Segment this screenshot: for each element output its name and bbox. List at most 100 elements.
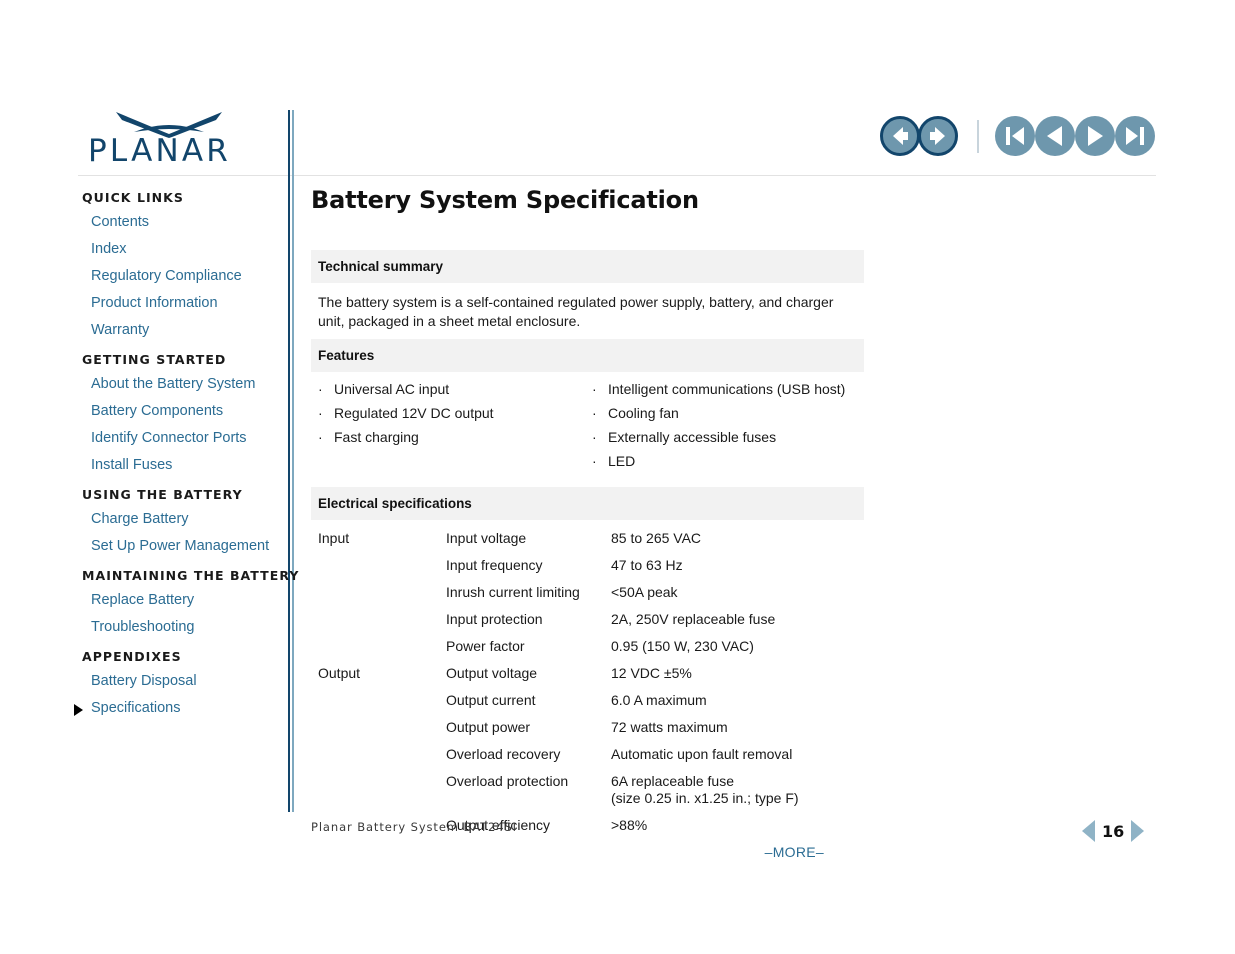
arrow-left-icon: [893, 127, 908, 145]
spec-label: Input voltage: [446, 530, 527, 546]
spec-group: [318, 773, 446, 807]
feature-label: Fast charging: [334, 429, 419, 445]
sidebar-navigation: QUICK LINKS Contents Index Regulatory Co…: [74, 190, 298, 730]
table-row: Output power 72 watts maximum: [318, 719, 857, 736]
spec-group: [318, 611, 446, 628]
sidebar-item-index[interactable]: Index: [82, 241, 282, 257]
spec-value: 72 watts maximum: [611, 719, 728, 735]
nav-group-title: GETTING STARTED: [82, 352, 227, 367]
spec-value: 47 to 63 Hz: [611, 557, 683, 573]
next-page-button[interactable]: [1075, 116, 1115, 156]
feature-label: LED: [608, 453, 636, 469]
list-item: · Regulated 12V DC output: [318, 405, 583, 422]
table-row: Input frequency 47 to 63 Hz: [318, 557, 857, 574]
forward-button[interactable]: [918, 116, 958, 156]
spec-value: 6A replaceable fuse (size 0.25 in. x1.25…: [611, 773, 857, 807]
spec-value-line1: 6A replaceable fuse: [611, 773, 734, 789]
table-row: Inrush current limiting <50A peak: [318, 584, 857, 601]
page-pager: 16: [1082, 820, 1145, 842]
table-row: Overload protection 6A replaceable fuse …: [318, 773, 857, 807]
planar-logo: PLANAR: [88, 108, 263, 170]
sidebar-item-product-information[interactable]: Product Information: [82, 295, 282, 311]
column-divider-light: [292, 110, 294, 812]
electrical-specifications-heading: Electrical specifications: [311, 487, 864, 520]
sidebar-item-regulatory-compliance[interactable]: Regulatory Compliance: [82, 268, 282, 284]
spec-group: [318, 692, 446, 709]
page-number: 16: [1102, 821, 1125, 841]
nav-group-appendixes: APPENDIXES Battery Disposal Specificatio…: [74, 649, 282, 716]
sidebar-item-identify-connector-ports[interactable]: Identify Connector Ports: [82, 430, 282, 446]
nav-separator: [977, 120, 979, 153]
feature-label: Externally accessible fuses: [608, 429, 777, 445]
pager-next-icon[interactable]: [1131, 820, 1145, 842]
feature-label: Cooling fan: [608, 405, 679, 421]
technical-summary-heading: Technical summary: [311, 250, 864, 283]
column-divider-dark: [288, 110, 290, 812]
bullet-icon: ·: [318, 405, 323, 421]
spec-value: 12 VDC ±5%: [611, 665, 692, 681]
header-divider: [78, 175, 1156, 176]
spec-group: Input: [318, 530, 350, 546]
triangle-left-icon: [1047, 126, 1062, 146]
pager-previous-icon[interactable]: [1082, 820, 1095, 842]
sidebar-item-install-fuses[interactable]: Install Fuses: [82, 457, 282, 473]
spec-group: [318, 719, 446, 736]
list-item: · Cooling fan: [592, 405, 857, 422]
spec-value: Automatic upon fault removal: [611, 746, 793, 762]
skip-to-start-icon: [1006, 127, 1024, 145]
spec-label: Input protection: [446, 611, 543, 627]
spec-value: 85 to 265 VAC: [611, 530, 702, 546]
sidebar-item-label: Specifications: [91, 700, 181, 716]
bullet-icon: ·: [592, 405, 597, 421]
first-page-button[interactable]: [995, 116, 1035, 156]
more-link[interactable]: –MORE–: [311, 844, 864, 860]
sidebar-item-contents[interactable]: Contents: [82, 214, 282, 230]
last-page-button[interactable]: [1115, 116, 1155, 156]
list-item: · Intelligent communications (USB host): [592, 381, 857, 398]
spec-label: Inrush current limiting: [446, 584, 580, 600]
previous-page-button[interactable]: [1035, 116, 1075, 156]
table-row: Input Input voltage 85 to 265 VAC: [318, 530, 857, 547]
nav-group-getting-started: GETTING STARTED About the Battery System…: [82, 352, 282, 473]
spec-value: 0.95 (150 W, 230 VAC): [611, 638, 754, 654]
sidebar-item-replace-battery[interactable]: Replace Battery: [82, 592, 282, 608]
sidebar-item-troubleshooting[interactable]: Troubleshooting: [82, 619, 282, 635]
feature-label: Universal AC input: [334, 381, 450, 397]
planar-wordmark: PLANAR: [88, 133, 232, 169]
skip-to-end-icon: [1126, 127, 1144, 145]
features-left-column: · Universal AC input · Regulated 12V DC …: [318, 381, 583, 477]
document-page: PLANAR QUICK LINKS Contents Index Regula…: [0, 0, 1235, 954]
sidebar-item-battery-disposal[interactable]: Battery Disposal: [82, 673, 282, 689]
sidebar-item-about-the-battery-system[interactable]: About the Battery System: [82, 376, 282, 392]
nav-group-maintaining-the-battery: MAINTAINING THE BATTERY Replace Battery …: [82, 568, 298, 635]
bullet-icon: ·: [318, 381, 323, 397]
arrow-right-icon: [930, 127, 945, 145]
bullet-icon: ·: [318, 429, 323, 445]
list-item: · Universal AC input: [318, 381, 583, 398]
list-item: · LED: [592, 453, 857, 470]
spec-group: [318, 557, 446, 574]
table-row: Output Output voltage 12 VDC ±5%: [318, 665, 857, 682]
sidebar-item-warranty[interactable]: Warranty: [82, 322, 282, 338]
features-heading: Features: [311, 339, 864, 372]
footer-document-title: Planar Battery System BAT24SI: [311, 820, 517, 834]
table-row: Input protection 2A, 250V replaceable fu…: [318, 611, 857, 628]
feature-label: Intelligent communications (USB host): [608, 381, 846, 397]
spec-label: Overload recovery: [446, 746, 561, 762]
sidebar-item-battery-components[interactable]: Battery Components: [82, 403, 282, 419]
main-content: Battery System Specification Technical s…: [311, 186, 864, 860]
table-row: Power factor 0.95 (150 W, 230 VAC): [318, 638, 857, 655]
nav-group-quick-links: QUICK LINKS Contents Index Regulatory Co…: [82, 190, 282, 338]
spec-group: [318, 746, 446, 763]
bullet-icon: ·: [592, 429, 597, 445]
nav-group-title: QUICK LINKS: [82, 190, 184, 205]
sidebar-item-charge-battery[interactable]: Charge Battery: [82, 511, 282, 527]
list-item: · Externally accessible fuses: [592, 429, 857, 446]
active-item-triangle-icon: [74, 704, 83, 716]
sidebar-item-specifications[interactable]: Specifications: [74, 700, 282, 716]
bullet-icon: ·: [592, 381, 597, 397]
feature-label: Regulated 12V DC output: [334, 405, 494, 421]
technical-summary-text: The battery system is a self-contained r…: [318, 294, 834, 329]
sidebar-item-set-up-power-management[interactable]: Set Up Power Management: [82, 538, 282, 554]
back-button[interactable]: [880, 116, 920, 156]
